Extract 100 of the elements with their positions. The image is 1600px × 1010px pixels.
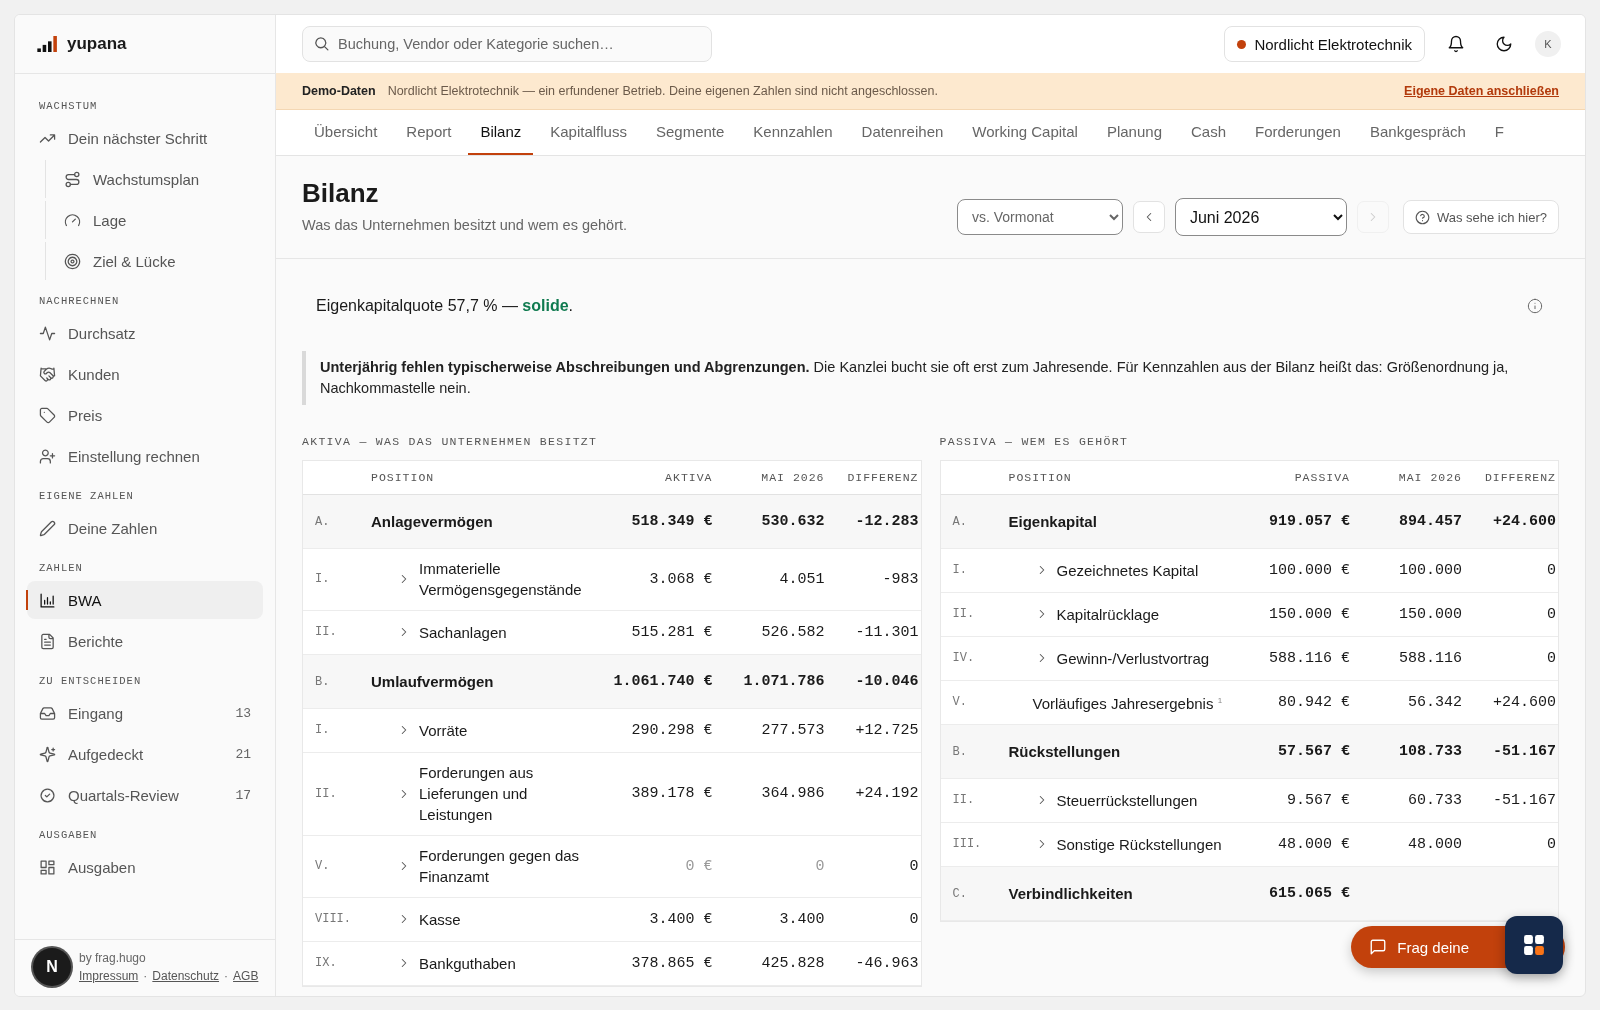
position-label[interactable]: Immaterielle Vermögensgegenstände [419,558,595,600]
document-icon [39,632,56,650]
footer-link[interactable]: AGB [233,969,259,983]
sidebar-item[interactable]: Ausgaben [27,848,263,886]
column-header: PASSIVA [1293,471,1350,484]
row-number: I. [952,563,968,577]
table-cell-text: 290.298 € [630,721,713,739]
sidebar-item[interactable]: Lage [52,201,263,239]
table-cell-text: 57.567 € [1277,743,1350,760]
sidebar-item[interactable]: Kunden [27,355,263,393]
table-cell-text: 100.000 [1398,561,1462,579]
position-label[interactable]: Vorräte [419,719,468,741]
page-subtitle: Was das Unternehmen besitzt und wem es gehört. [302,216,628,233]
position-label[interactable]: Bankguthaben [419,952,516,974]
table-cell-text: +12.725 [854,721,919,739]
row-number: I. [315,572,331,586]
page-title: Bilanz [302,177,380,209]
tab[interactable]: Cash [1179,110,1239,155]
sidebar-item[interactable]: Preis [27,396,263,434]
sidebar-item[interactable]: Aufgedeckt 21 [27,735,263,773]
table-cell-text: -12.283 [854,513,919,530]
column-header: MAI 2026 [760,471,825,484]
badge-check-icon [39,786,56,804]
sidebar-item[interactable]: BWA [27,581,263,619]
tab[interactable]: Kapitalfluss [538,110,639,155]
position-label[interactable]: Kapitalrücklage [1056,603,1160,625]
position-label[interactable]: Forderungen gegen das Finanzamt [419,845,595,887]
table-cell-text: 0 [1546,605,1556,623]
sidebar-item[interactable]: Eingang 13 [27,694,263,732]
position-label: Vorläufiges Jahresergebnis $^{1}$ [1032,694,1223,714]
position-label[interactable]: Kasse [419,908,461,930]
tab[interactable]: F [1482,110,1516,155]
separator-dot: · [224,969,229,983]
comparison-select[interactable]: vs. Vormonat [956,199,1123,235]
target-icon [64,252,81,270]
sidebar-item[interactable]: Quartals-Review 17 [27,776,263,814]
tab[interactable]: Segmente [643,110,737,155]
section-heading: ZAHLEN [38,561,84,576]
handshake-icon [39,365,56,383]
position-label[interactable]: Sonstige Rückstellungen [1056,833,1222,855]
table-cell-text: 378.865 € [630,954,713,972]
table-cell-text: 0 [908,857,919,875]
table-cell-text: 48.000 € [1277,835,1350,853]
tab[interactable]: Planung [1094,110,1174,155]
footer-link[interactable]: Impressum [79,969,139,983]
period-select[interactable]: Juni 2026 [1174,198,1347,236]
bell-icon [1447,35,1465,53]
table-cell-text: 3.068 € [648,570,713,588]
section-heading: NACHRECHNEN [38,294,121,309]
sidebar-item[interactable]: Durchsatz [27,314,263,352]
table-cell-text: 0 € [684,857,713,875]
table-cell-text: 389.178 € [630,785,713,802]
group-label: Rückstellungen [1008,742,1121,762]
row-number: IX. [315,956,338,970]
connect-link[interactable]: Eigene Daten anschließen [1404,84,1559,98]
sidebar-item[interactable]: Einstellung rechnen [27,437,263,475]
sidebar-item[interactable]: Ziel & Lücke [52,242,263,280]
kpi-text: Eigenkapitalquote 57,7 % — solide. [316,297,574,315]
table-cell-text: 3.400 € [648,910,713,928]
dev-badge[interactable]: N [33,948,71,986]
tab[interactable]: Report [394,110,464,155]
search-icon [313,35,330,52]
sidebar-item[interactable]: Dein nächster Schritt [27,119,263,157]
sidebar-item[interactable]: Deine Zahlen [27,509,263,547]
avatar[interactable]: K [1535,31,1561,57]
footer-link[interactable]: Datenschutz [152,969,220,983]
table-cell-text: -51.167 [1492,791,1556,809]
position-label[interactable]: Gezeichnetes Kapital [1056,559,1199,581]
search-field[interactable]: Buchung, Vendor oder Kategorie suchen… [302,26,712,62]
tab[interactable]: Working Capital [960,110,1090,155]
help-button[interactable]: Was sehe ich hier? [1402,200,1559,234]
tab[interactable]: Bankgespräch [1357,110,1478,155]
position-label[interactable]: Gewinn-/Verlustvortrag [1056,647,1210,669]
count-label: 21 [235,746,251,762]
position-label[interactable]: Forderungen aus Lieferungen und Leistungen [419,762,595,825]
table-cell-text: 588.116 [1398,649,1462,667]
table-cell-text: 0 [908,910,919,928]
position-label[interactable]: Steuerrückstellungen [1056,789,1198,811]
grid-icon [1523,934,1545,956]
table-cell-text: 364.986 [760,785,825,802]
table-cell-text: 894.457 [1398,513,1462,530]
table-cell-text: -983 [881,570,919,588]
row-number: II. [952,607,976,621]
sidebar-item[interactable]: Wachstumsplan [52,160,263,198]
separator-dot: · [143,969,148,983]
tab[interactable]: Datenreihen [849,110,956,155]
group-label: Anlagevermögen [371,512,493,532]
table-cell-text: 108.733 [1398,743,1462,760]
pulse-icon [39,324,56,342]
table-cell-text: 100.000 € [1268,561,1350,579]
table-cell-text: 0 [1546,561,1556,579]
position-label[interactable]: Sachanlagen [419,621,507,643]
tab[interactable]: Kennzahlen [741,110,845,155]
row-number: IV. [952,651,976,665]
tab[interactable]: Übersicht [302,110,390,155]
company-button[interactable]: Nordlicht Elektrotechnik [1224,26,1425,62]
tab[interactable]: Bilanz [468,110,534,155]
tab[interactable]: Forderungen [1243,110,1353,155]
sidebar-item[interactable]: Berichte [27,622,263,660]
apps-button[interactable] [1505,916,1563,974]
